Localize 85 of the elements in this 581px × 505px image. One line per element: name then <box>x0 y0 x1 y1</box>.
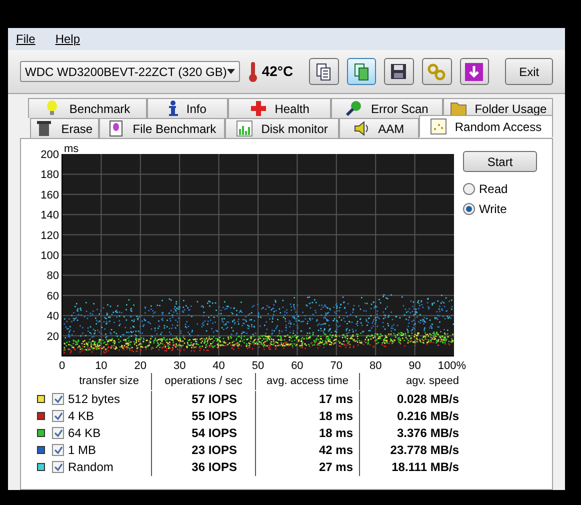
y-axis-label: 100 <box>40 250 59 262</box>
thermometer-icon <box>248 60 258 82</box>
cross-icon <box>250 100 267 117</box>
radio-button[interactable] <box>463 203 475 215</box>
checkbox[interactable] <box>52 427 64 439</box>
tab[interactable]: Disk monitor <box>225 118 339 138</box>
x-axis-label: 90 <box>408 360 421 371</box>
table-cell-text: 55 IOPS <box>192 408 237 425</box>
column-header: operations / sec <box>151 373 255 390</box>
y-axis-label: 200 <box>40 149 59 161</box>
table-cell-text: 36 IOPS <box>192 459 237 476</box>
table-cell-text: 512 bytes <box>68 391 120 408</box>
tab[interactable]: File Benchmark <box>98 118 226 138</box>
y-axis-label: 160 <box>40 189 59 202</box>
table-cell-text: 57 IOPS <box>192 391 237 408</box>
table-cell-text: 64 KB <box>68 425 101 442</box>
table-cell-text: 27 ms <box>318 459 353 476</box>
x-axis-label: 60 <box>291 360 304 371</box>
y-axis-label: 20 <box>46 330 59 343</box>
temperature-reading: 42°C <box>262 62 294 81</box>
column-header: transfer size <box>78 374 140 390</box>
toolbar-button[interactable] <box>384 58 414 85</box>
table-cell-text: 18 ms <box>318 408 353 425</box>
tab[interactable]: AAM <box>338 118 419 138</box>
tab[interactable]: Error Scan <box>330 98 444 118</box>
checkbox[interactable] <box>52 444 64 456</box>
caret-icon <box>226 69 235 74</box>
x-axis-label: 70 <box>330 360 343 371</box>
table-cell-text: 4 KB <box>68 408 94 425</box>
x-axis-label: 10 <box>95 360 108 371</box>
tab[interactable]: Erase <box>30 118 99 138</box>
search-icon <box>346 100 363 117</box>
x-axis-label: 100% <box>438 360 466 371</box>
speaker-icon <box>353 120 370 137</box>
y-axis-label: 80 <box>46 270 59 282</box>
toolbar-button[interactable] <box>346 58 376 85</box>
tab[interactable]: Random Access <box>418 115 553 137</box>
start-button[interactable]: Start <box>463 151 537 172</box>
tab[interactable]: Benchmark <box>28 98 147 118</box>
checkbox[interactable] <box>52 393 64 405</box>
checkbox[interactable] <box>52 461 64 473</box>
download-icon <box>464 62 484 82</box>
table-cell-text: 54 IOPS <box>192 425 237 442</box>
column-header: agv. speed <box>359 373 463 390</box>
y-axis-label: 140 <box>40 210 59 222</box>
table-cell-text: 0.028 MB/s <box>396 391 459 408</box>
y-axis-label: 60 <box>46 290 59 302</box>
x-axis-label: 20 <box>134 360 147 371</box>
radio-option[interactable]: Read <box>463 180 537 198</box>
table-cell-text: 42 ms <box>318 442 353 459</box>
y-axis-label: 180 <box>40 169 59 182</box>
table-cell-text: 0.216 MB/s <box>396 408 459 425</box>
y-axis-label: 120 <box>40 230 59 242</box>
drive-dropdown[interactable]: WDC WD3200BEVT-22ZCT (320 GB) <box>20 61 240 82</box>
table-cell-text: 3.376 MB/s <box>396 425 459 442</box>
menu-item[interactable]: Help <box>55 30 80 48</box>
y-axis-label: 40 <box>46 310 59 323</box>
checkbox[interactable] <box>52 410 64 422</box>
exit-button[interactable]: Exit <box>505 58 553 85</box>
table-cell-text: 18 ms <box>318 425 353 442</box>
folder-icon <box>450 100 467 117</box>
table-cell-text: 23 IOPS <box>192 442 237 459</box>
x-axis-label: 40 <box>212 360 225 371</box>
info-icon <box>168 100 178 117</box>
x-axis-label: 80 <box>369 360 382 371</box>
scatter-icon <box>430 118 447 135</box>
x-axis-label: 0 <box>58 360 66 371</box>
tab[interactable]: Health <box>228 98 331 118</box>
table-cell-text: Random <box>68 459 114 476</box>
axis-unit-label: ms <box>64 143 79 155</box>
radio-option[interactable]: Write <box>463 200 537 218</box>
table-cell-text: 1 MB <box>68 442 96 459</box>
x-axis-label: 50 <box>252 360 264 371</box>
table-cell-text: 17 ms <box>318 391 353 408</box>
trash-bin-icon <box>36 120 54 137</box>
chain-icon <box>426 62 447 82</box>
table-cell-text: 23.778 MB/s <box>390 442 459 459</box>
table-cell-text: 18.111 MB/s <box>392 459 459 476</box>
tab[interactable]: Info <box>146 98 228 118</box>
x-axis-label: 30 <box>173 360 186 371</box>
toolbar-button[interactable] <box>309 58 339 85</box>
menu-item[interactable]: File <box>16 30 36 48</box>
radio-button[interactable] <box>463 183 475 195</box>
toolbar-button[interactable] <box>460 58 490 85</box>
column-header: avg. access time <box>255 373 359 390</box>
